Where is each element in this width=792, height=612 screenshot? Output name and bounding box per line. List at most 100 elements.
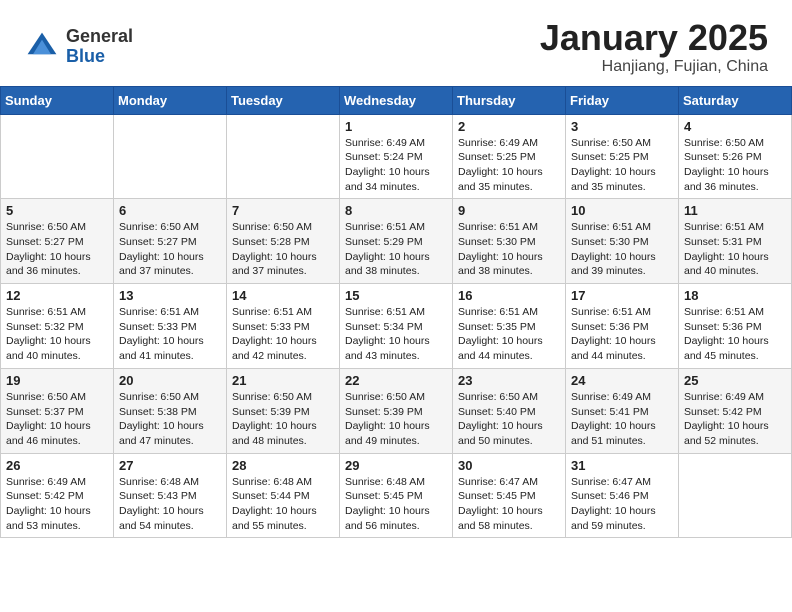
- day-info: Sunrise: 6:51 AM Sunset: 5:36 PM Dayligh…: [571, 305, 673, 364]
- calendar: SundayMondayTuesdayWednesdayThursdayFrid…: [0, 86, 792, 539]
- day-info: Sunrise: 6:48 AM Sunset: 5:45 PM Dayligh…: [345, 475, 447, 534]
- day-number: 29: [345, 458, 447, 473]
- day-cell: 1 Sunrise: 6:49 AM Sunset: 5:24 PM Daylig…: [340, 114, 453, 199]
- day-info: Sunrise: 6:48 AM Sunset: 5:43 PM Dayligh…: [119, 475, 221, 534]
- day-number: 19: [6, 373, 108, 388]
- day-cell: 24 Sunrise: 6:49 AM Sunset: 5:41 PM Dayli…: [566, 368, 679, 453]
- weekday-header-friday: Friday: [566, 86, 679, 114]
- header: General Blue January 2025 Hanjiang, Fuji…: [0, 0, 792, 86]
- day-cell: 2 Sunrise: 6:49 AM Sunset: 5:25 PM Daylig…: [453, 114, 566, 199]
- day-number: 17: [571, 288, 673, 303]
- title-block: January 2025 Hanjiang, Fujian, China: [540, 18, 768, 76]
- day-info: Sunrise: 6:47 AM Sunset: 5:45 PM Dayligh…: [458, 475, 560, 534]
- day-number: 28: [232, 458, 334, 473]
- day-number: 22: [345, 373, 447, 388]
- logo: General Blue: [24, 27, 133, 67]
- location: Hanjiang, Fujian, China: [540, 58, 768, 76]
- day-number: 10: [571, 203, 673, 218]
- logo-icon: [24, 29, 60, 65]
- day-cell: 14 Sunrise: 6:51 AM Sunset: 5:33 PM Dayli…: [227, 284, 340, 369]
- day-info: Sunrise: 6:51 AM Sunset: 5:32 PM Dayligh…: [6, 305, 108, 364]
- day-cell: [679, 453, 792, 538]
- day-info: Sunrise: 6:51 AM Sunset: 5:30 PM Dayligh…: [571, 220, 673, 279]
- day-cell: 28 Sunrise: 6:48 AM Sunset: 5:44 PM Dayli…: [227, 453, 340, 538]
- weekday-header-saturday: Saturday: [679, 86, 792, 114]
- day-cell: 13 Sunrise: 6:51 AM Sunset: 5:33 PM Dayli…: [114, 284, 227, 369]
- week-row-5: 26Sunrise: 6:49 AM Sunset: 5:42 PM Dayli…: [1, 453, 792, 538]
- day-number: 25: [684, 373, 786, 388]
- day-info: Sunrise: 6:50 AM Sunset: 5:39 PM Dayligh…: [345, 390, 447, 449]
- day-cell: 10 Sunrise: 6:51 AM Sunset: 5:30 PM Dayli…: [566, 199, 679, 284]
- day-number: 13: [119, 288, 221, 303]
- day-info: Sunrise: 6:50 AM Sunset: 5:28 PM Dayligh…: [232, 220, 334, 279]
- day-info: Sunrise: 6:49 AM Sunset: 5:41 PM Dayligh…: [571, 390, 673, 449]
- day-cell: [114, 114, 227, 199]
- day-number: 20: [119, 373, 221, 388]
- day-info: Sunrise: 6:50 AM Sunset: 5:25 PM Dayligh…: [571, 136, 673, 195]
- weekday-header-sunday: Sunday: [1, 86, 114, 114]
- logo-general-text: General: [66, 27, 133, 47]
- weekday-header-tuesday: Tuesday: [227, 86, 340, 114]
- day-number: 14: [232, 288, 334, 303]
- day-info: Sunrise: 6:50 AM Sunset: 5:27 PM Dayligh…: [119, 220, 221, 279]
- day-cell: 9Sunrise: 6:51 AM Sunset: 5:30 PM Daylig…: [453, 199, 566, 284]
- day-info: Sunrise: 6:49 AM Sunset: 5:24 PM Dayligh…: [345, 136, 447, 195]
- day-info: Sunrise: 6:50 AM Sunset: 5:38 PM Dayligh…: [119, 390, 221, 449]
- day-cell: 4Sunrise: 6:50 AM Sunset: 5:26 PM Daylig…: [679, 114, 792, 199]
- day-number: 21: [232, 373, 334, 388]
- day-cell: [1, 114, 114, 199]
- weekday-header-monday: Monday: [114, 86, 227, 114]
- day-number: 2: [458, 119, 560, 134]
- day-number: 7: [232, 203, 334, 218]
- day-cell: [227, 114, 340, 199]
- day-info: Sunrise: 6:51 AM Sunset: 5:34 PM Dayligh…: [345, 305, 447, 364]
- day-info: Sunrise: 6:50 AM Sunset: 5:26 PM Dayligh…: [684, 136, 786, 195]
- day-cell: 12 Sunrise: 6:51 AM Sunset: 5:32 PM Dayli…: [1, 284, 114, 369]
- logo-text: General Blue: [66, 27, 133, 67]
- day-info: Sunrise: 6:51 AM Sunset: 5:33 PM Dayligh…: [232, 305, 334, 364]
- day-info: Sunrise: 6:48 AM Sunset: 5:44 PM Dayligh…: [232, 475, 334, 534]
- day-info: Sunrise: 6:50 AM Sunset: 5:39 PM Dayligh…: [232, 390, 334, 449]
- day-cell: 6 Sunrise: 6:50 AM Sunset: 5:27 PM Daylig…: [114, 199, 227, 284]
- day-cell: 8 Sunrise: 6:51 AM Sunset: 5:29 PM Daylig…: [340, 199, 453, 284]
- day-info: Sunrise: 6:50 AM Sunset: 5:40 PM Dayligh…: [458, 390, 560, 449]
- week-row-4: 19Sunrise: 6:50 AM Sunset: 5:37 PM Dayli…: [1, 368, 792, 453]
- day-number: 1: [345, 119, 447, 134]
- day-number: 15: [345, 288, 447, 303]
- day-cell: 19Sunrise: 6:50 AM Sunset: 5:37 PM Dayli…: [1, 368, 114, 453]
- day-cell: 21 Sunrise: 6:50 AM Sunset: 5:39 PM Dayli…: [227, 368, 340, 453]
- day-cell: 18 Sunrise: 6:51 AM Sunset: 5:36 PM Dayli…: [679, 284, 792, 369]
- day-number: 16: [458, 288, 560, 303]
- weekday-header-wednesday: Wednesday: [340, 86, 453, 114]
- day-cell: 25 Sunrise: 6:49 AM Sunset: 5:42 PM Dayli…: [679, 368, 792, 453]
- day-info: Sunrise: 6:49 AM Sunset: 5:42 PM Dayligh…: [6, 475, 108, 534]
- day-number: 8: [345, 203, 447, 218]
- day-info: Sunrise: 6:49 AM Sunset: 5:42 PM Dayligh…: [684, 390, 786, 449]
- day-number: 12: [6, 288, 108, 303]
- day-cell: 31Sunrise: 6:47 AM Sunset: 5:46 PM Dayli…: [566, 453, 679, 538]
- day-info: Sunrise: 6:47 AM Sunset: 5:46 PM Dayligh…: [571, 475, 673, 534]
- day-number: 24: [571, 373, 673, 388]
- day-info: Sunrise: 6:51 AM Sunset: 5:35 PM Dayligh…: [458, 305, 560, 364]
- day-cell: 26Sunrise: 6:49 AM Sunset: 5:42 PM Dayli…: [1, 453, 114, 538]
- logo-blue-text: Blue: [66, 47, 133, 67]
- day-info: Sunrise: 6:51 AM Sunset: 5:36 PM Dayligh…: [684, 305, 786, 364]
- day-cell: 22 Sunrise: 6:50 AM Sunset: 5:39 PM Dayli…: [340, 368, 453, 453]
- day-cell: 15 Sunrise: 6:51 AM Sunset: 5:34 PM Dayli…: [340, 284, 453, 369]
- day-cell: 27Sunrise: 6:48 AM Sunset: 5:43 PM Dayli…: [114, 453, 227, 538]
- day-number: 18: [684, 288, 786, 303]
- weekday-header-row: SundayMondayTuesdayWednesdayThursdayFrid…: [1, 86, 792, 114]
- day-info: Sunrise: 6:49 AM Sunset: 5:25 PM Dayligh…: [458, 136, 560, 195]
- week-row-3: 12 Sunrise: 6:51 AM Sunset: 5:32 PM Dayli…: [1, 284, 792, 369]
- day-number: 6: [119, 203, 221, 218]
- day-info: Sunrise: 6:51 AM Sunset: 5:30 PM Dayligh…: [458, 220, 560, 279]
- week-row-1: 1 Sunrise: 6:49 AM Sunset: 5:24 PM Daylig…: [1, 114, 792, 199]
- day-info: Sunrise: 6:51 AM Sunset: 5:29 PM Dayligh…: [345, 220, 447, 279]
- day-number: 3: [571, 119, 673, 134]
- day-number: 23: [458, 373, 560, 388]
- day-info: Sunrise: 6:51 AM Sunset: 5:33 PM Dayligh…: [119, 305, 221, 364]
- day-cell: 7 Sunrise: 6:50 AM Sunset: 5:28 PM Daylig…: [227, 199, 340, 284]
- day-number: 30: [458, 458, 560, 473]
- day-cell: 20 Sunrise: 6:50 AM Sunset: 5:38 PM Dayli…: [114, 368, 227, 453]
- day-cell: 17 Sunrise: 6:51 AM Sunset: 5:36 PM Dayli…: [566, 284, 679, 369]
